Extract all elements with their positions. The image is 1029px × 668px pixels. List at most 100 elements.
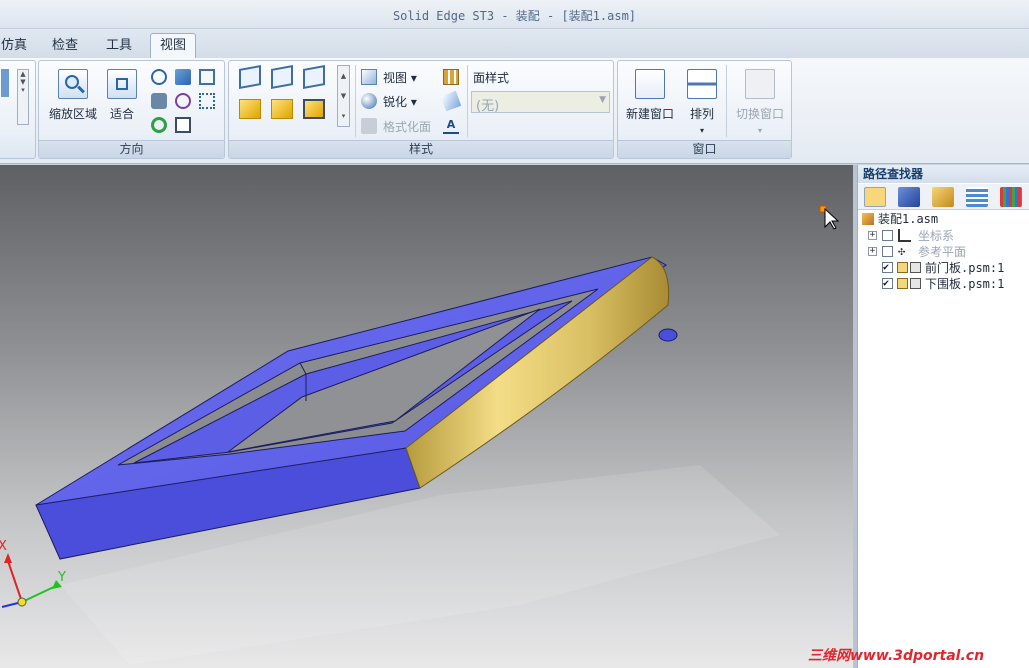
style-gallery-scroll[interactable]: ▲ ▼ ▾ [337, 65, 350, 127]
rotate-icon[interactable] [175, 93, 191, 109]
switch-window-label: 切换窗口 [735, 107, 784, 121]
switch-window-icon [745, 69, 775, 99]
fit-button[interactable]: 适合 [103, 69, 141, 122]
format-face-button[interactable]: 格式化面 [383, 118, 431, 135]
separator [467, 65, 468, 137]
graphics-viewport[interactable]: X Y [0, 165, 853, 668]
grid-style-icon[interactable] [443, 69, 459, 85]
expand-icon[interactable]: + [868, 247, 877, 256]
cube-wire-icon-3[interactable] [303, 65, 325, 89]
cube-wire-icon-1[interactable] [239, 65, 261, 89]
zoom-icon[interactable] [151, 69, 167, 85]
tree-item-label: 下围板.psm:1 [925, 277, 1005, 291]
tree-item-coord-sys[interactable]: + 坐标系 [866, 228, 1026, 244]
cube-shaded-icon-1[interactable] [239, 99, 261, 119]
face-style-value: (无) [476, 99, 500, 114]
previous-view-icon[interactable] [199, 69, 215, 85]
new-window-icon [635, 69, 665, 99]
ref-plane-icon: ✣ [898, 244, 906, 258]
ribbon-group-direction: 缩放区域 适合 方向 [38, 60, 225, 159]
ribbon-group-window: 新建窗口 排列 ▾ 切换窗口 ▾ 窗口 [617, 60, 792, 159]
cube-wire-icon-2[interactable] [271, 65, 293, 89]
ribbon-group-style: ▲ ▼ ▾ 视图 ▾ 锐化 ▾ 格式化面 A 面样式 (无) ▼ 样式 [228, 60, 614, 159]
assembly-icon [862, 213, 874, 225]
stack-icon[interactable] [966, 187, 988, 207]
chevron-down-icon: ▾ [699, 126, 704, 135]
model-svg [1, 205, 840, 665]
tab-tools[interactable]: 工具 [96, 33, 142, 59]
arrange-icon [687, 69, 717, 99]
paint-icon[interactable] [440, 90, 462, 112]
view-style-icon[interactable] [361, 69, 377, 85]
zoom-area-label: 缩放区域 [48, 107, 97, 121]
tab-inspect[interactable]: 检查 [42, 33, 88, 59]
arrange-button[interactable]: 排列 ▾ [682, 69, 722, 136]
window-title: Solid Edge ST3 - 装配 - [装配1.asm] [392, 9, 637, 23]
text-style-icon[interactable]: A [443, 118, 459, 134]
pan-icon[interactable] [175, 69, 191, 85]
expand-icon[interactable]: + [868, 231, 877, 240]
ribbon: ▲ ▼ ▾ 缩放区域 适合 方向 ▲ ▼ ▾ 视图 ▾ 锐化 ▾ 格式化面 A … [0, 58, 1029, 164]
layers-icon[interactable] [898, 187, 920, 207]
ribbon-tabs: 仿真 检查 工具 视图 [0, 29, 1029, 59]
face-style-select[interactable]: (无) ▼ [471, 91, 610, 114]
fit-icon [107, 69, 137, 99]
coordinate-triad [1, 553, 62, 608]
new-window-label: 新建窗口 [625, 107, 674, 121]
zoom-area-icon [58, 69, 88, 99]
axis-y-label: Y [58, 570, 66, 585]
cursor-icon [824, 207, 840, 230]
frame-corner-tab [658, 328, 678, 342]
tree-root-label: 装配1.asm [878, 212, 939, 226]
spin-icon[interactable] [151, 93, 167, 109]
group-label-window: 窗口 [618, 140, 791, 158]
coord-sys-icon [898, 229, 911, 242]
sharpen-button[interactable]: 锐化 ▾ [383, 93, 417, 110]
cube-shaded-edges-icon[interactable] [303, 99, 325, 119]
separator [726, 65, 727, 137]
switch-window-button[interactable]: 切换窗口 ▾ [730, 69, 790, 136]
part-icon [910, 262, 921, 273]
new-window-button[interactable]: 新建窗口 [620, 69, 680, 122]
cube-shaded-icon-2[interactable] [271, 99, 293, 119]
display-config-icon[interactable] [1000, 187, 1022, 207]
lock-icon [897, 278, 908, 289]
view-style-button[interactable]: 视图 ▾ [383, 69, 417, 86]
tree-item-front-door[interactable]: 前门板.psm:1 [866, 260, 1026, 276]
format-face-icon [361, 118, 377, 134]
arrange-label: 排列 [689, 107, 714, 121]
named-view-icon[interactable] [175, 117, 191, 133]
tree-item-label: 坐标系 [918, 229, 955, 243]
title-bar: Solid Edge ST3 - 装配 - [装配1.asm] [0, 0, 1029, 29]
partial-icon [1, 69, 9, 97]
chevron-down-icon: ▾ [757, 126, 762, 135]
refresh-icon[interactable] [151, 117, 167, 133]
pathfinder-panel: 路径查找器 装配1.asm + 坐标系 + ✣ 参考平面 前门板.psm:1 [857, 165, 1029, 668]
part-icon [910, 278, 921, 289]
ribbon-group-partial: ▲ ▼ ▾ [0, 60, 36, 159]
lock-icon [897, 262, 908, 273]
pathfinder-toolbar [858, 184, 1029, 210]
sharpen-icon[interactable] [361, 93, 377, 109]
parts-icon[interactable] [932, 187, 954, 207]
view-style-label: 视图 [383, 71, 408, 85]
visibility-checkbox[interactable] [882, 246, 893, 257]
zoom-area-button[interactable]: 缩放区域 [43, 69, 103, 122]
visibility-checkbox[interactable] [882, 230, 893, 241]
assembly-tree-icon[interactable] [864, 187, 886, 207]
tab-view[interactable]: 视图 [150, 33, 197, 59]
visibility-checkbox[interactable] [882, 260, 893, 276]
visibility-checkbox[interactable] [882, 276, 893, 292]
tree-item-ref-planes[interactable]: + ✣ 参考平面 [866, 244, 1026, 260]
face-style-label: 面样式 [473, 71, 510, 85]
separator [355, 65, 356, 137]
watermark: 三维网www.3dportal.cn [808, 648, 985, 664]
chevron-down-icon: ▼ [599, 95, 606, 105]
tree-item-lower-panel[interactable]: 下围板.psm:1 [866, 276, 1026, 292]
group-label-direction: 方向 [39, 140, 224, 158]
tree-item-label: 参考平面 [918, 245, 967, 259]
view-orient-icon[interactable] [199, 93, 215, 109]
group-label-style: 样式 [229, 140, 613, 158]
gallery-scroll[interactable]: ▲ ▼ ▾ [17, 69, 29, 125]
tab-simulation[interactable]: 仿真 [0, 33, 37, 59]
